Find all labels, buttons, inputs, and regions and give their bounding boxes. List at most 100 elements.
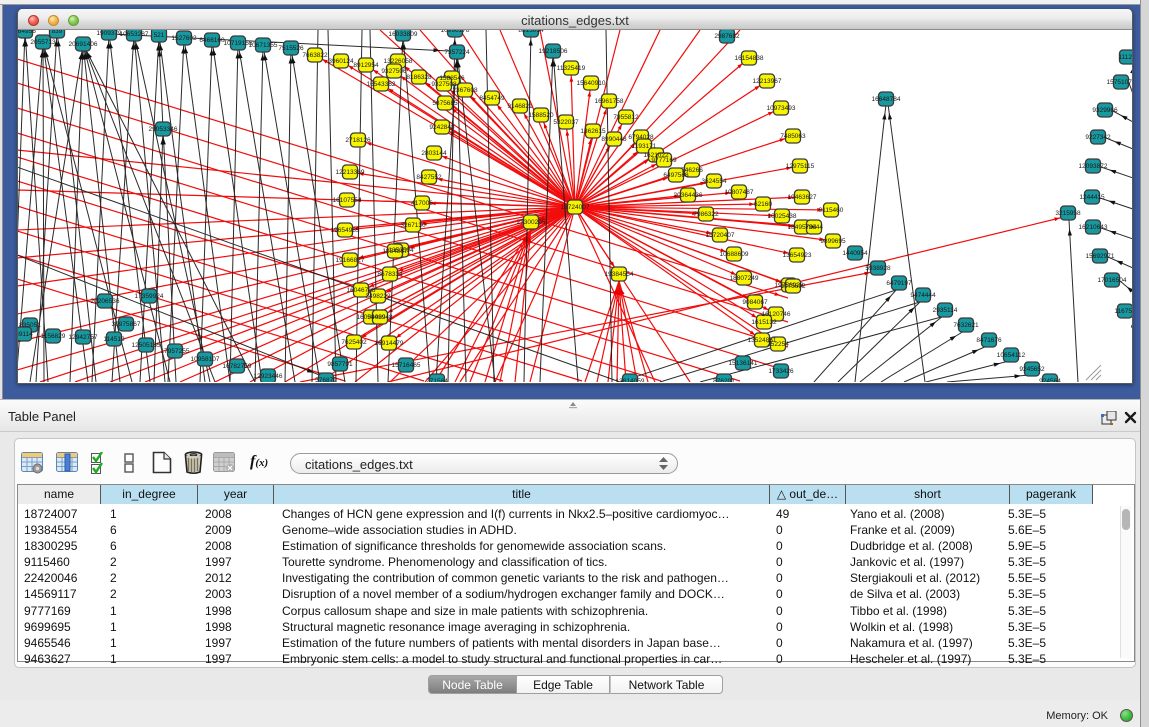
svg-text:5875685: 5875685 xyxy=(432,100,458,107)
svg-text:1362615: 1362615 xyxy=(580,128,606,135)
svg-text:1527602: 1527602 xyxy=(171,35,197,42)
svg-text:876201: 876201 xyxy=(713,378,735,382)
svg-text:7955812: 7955812 xyxy=(613,114,639,121)
svg-text:9777169: 9777169 xyxy=(651,157,677,164)
svg-text:1934867: 1934867 xyxy=(382,248,408,255)
svg-text:9115460: 9115460 xyxy=(819,207,844,214)
svg-text:17016504: 17016504 xyxy=(1098,277,1127,284)
svg-text:7625402: 7625402 xyxy=(341,339,367,346)
svg-text:15136141: 15136141 xyxy=(729,360,758,367)
svg-text:19384554: 19384554 xyxy=(605,271,634,278)
svg-text:1588520: 1588520 xyxy=(528,112,554,119)
svg-text:10654112: 10654112 xyxy=(997,352,1026,359)
svg-text:7357224: 7357224 xyxy=(444,49,470,56)
svg-text:23300295: 23300295 xyxy=(517,219,546,226)
svg-text:16154838: 16154838 xyxy=(735,55,764,62)
svg-text:8427552: 8427552 xyxy=(416,174,442,181)
svg-text:12213369: 12213369 xyxy=(336,169,365,176)
svg-text:924564: 924564 xyxy=(1039,378,1061,382)
svg-text:2055713: 2055713 xyxy=(30,39,56,46)
svg-text:9329966: 9329966 xyxy=(1092,107,1118,114)
svg-text:6466160: 6466160 xyxy=(199,37,225,44)
svg-text:2367608: 2367608 xyxy=(452,87,478,94)
svg-text:12942757: 12942757 xyxy=(69,334,98,341)
svg-text:19463627: 19463627 xyxy=(788,194,817,201)
svg-text:15716465: 15716465 xyxy=(392,362,421,369)
svg-text:8990448: 8990448 xyxy=(601,136,627,143)
svg-text:7485063: 7485063 xyxy=(780,133,806,140)
svg-text:39114: 39114 xyxy=(18,331,33,338)
svg-text:417006: 417006 xyxy=(411,200,433,207)
svg-text:3960124: 3960124 xyxy=(328,58,354,65)
svg-text:7632621: 7632621 xyxy=(953,322,979,329)
svg-text:771564: 771564 xyxy=(426,378,448,382)
svg-text:10958107: 10958107 xyxy=(191,356,220,363)
svg-text:10671355: 10671355 xyxy=(249,42,278,49)
svg-text:12923446: 12923446 xyxy=(254,373,283,380)
svg-text:9084067: 9084067 xyxy=(742,299,768,306)
svg-text:1615132: 1615132 xyxy=(751,319,777,326)
svg-text:12975115: 12975115 xyxy=(786,163,815,170)
svg-text:20364436: 20364436 xyxy=(674,192,703,199)
svg-text:8678334: 8678334 xyxy=(377,271,403,278)
svg-text:10973493: 10973493 xyxy=(767,105,796,112)
svg-text:11325419: 11325419 xyxy=(557,65,586,72)
svg-text:5322037: 5322037 xyxy=(553,119,579,126)
svg-text:78644: 78644 xyxy=(805,224,823,231)
svg-text:9146821: 9146821 xyxy=(507,103,533,110)
svg-text:18724007: 18724007 xyxy=(561,204,590,211)
svg-text:164956: 164956 xyxy=(18,30,36,35)
svg-text:18807249: 18807249 xyxy=(730,275,759,282)
svg-text:16914479: 16914479 xyxy=(375,340,404,347)
svg-text:7515526: 7515526 xyxy=(278,45,304,52)
svg-text:2987682: 2987682 xyxy=(714,33,740,40)
svg-text:7663822: 7663822 xyxy=(302,52,328,59)
svg-text:114519: 114519 xyxy=(103,336,125,343)
svg-text:15692971: 15692971 xyxy=(1086,253,1115,260)
svg-text:16120746: 16120746 xyxy=(762,311,791,318)
svg-text:2718126: 2718126 xyxy=(345,137,371,144)
svg-text:19166827: 19166827 xyxy=(336,257,365,264)
svg-text:17957255: 17957255 xyxy=(161,348,190,355)
svg-text:1733426: 1733426 xyxy=(768,368,794,375)
svg-text:8186328: 8186328 xyxy=(406,74,432,81)
svg-text:1156829: 1156829 xyxy=(41,333,66,340)
svg-text:11121: 11121 xyxy=(1118,54,1132,61)
svg-text:2935114: 2935114 xyxy=(933,307,958,314)
svg-text:8813054: 8813054 xyxy=(518,30,544,34)
svg-text:16961758: 16961758 xyxy=(595,98,624,105)
svg-text:13226058: 13226058 xyxy=(384,58,413,65)
svg-text:16648784: 16648784 xyxy=(872,96,901,103)
svg-text:9474444: 9474444 xyxy=(910,292,936,299)
svg-text:30975867: 30975867 xyxy=(112,321,141,328)
svg-text:8454749: 8454749 xyxy=(479,95,505,102)
svg-text:252254: 252254 xyxy=(767,341,789,348)
svg-text:9327506: 9327506 xyxy=(381,68,407,75)
svg-text:3215958: 3215958 xyxy=(1055,210,1081,217)
svg-text:8471676: 8471676 xyxy=(976,337,1002,344)
svg-text:16107554: 16107554 xyxy=(333,197,362,204)
svg-text:10653287: 10653287 xyxy=(120,31,149,38)
svg-text:116753: 116753 xyxy=(1114,308,1132,315)
svg-text:9227342: 9227342 xyxy=(1085,134,1111,141)
svg-text:16782759: 16782759 xyxy=(223,363,252,370)
svg-text:10807487: 10807487 xyxy=(725,189,754,196)
svg-text:29053346: 29053346 xyxy=(149,126,178,133)
svg-text:9857791: 9857791 xyxy=(327,361,353,368)
svg-text:13814059: 13814059 xyxy=(616,378,645,382)
svg-text:19218506: 19218506 xyxy=(539,48,568,55)
svg-text:1193171: 1193171 xyxy=(632,143,657,150)
svg-text:521: 521 xyxy=(154,32,165,39)
svg-text:1075692: 1075692 xyxy=(780,283,806,290)
svg-text:7986322: 7986322 xyxy=(693,211,719,218)
svg-text:15751074: 15751074 xyxy=(1107,79,1132,86)
svg-text:9245652: 9245652 xyxy=(1019,366,1045,373)
svg-text:12505135: 12505135 xyxy=(132,342,161,349)
svg-text:1244415: 1244415 xyxy=(1079,194,1105,201)
svg-text:15640910: 15640910 xyxy=(577,80,606,87)
svg-text:20691406: 20691406 xyxy=(69,41,98,48)
svg-text:3498222: 3498222 xyxy=(365,293,391,300)
svg-text:3624554: 3624554 xyxy=(701,178,727,185)
svg-text:12093872: 12093872 xyxy=(1079,163,1108,170)
svg-text:16033809: 16033809 xyxy=(389,31,418,38)
